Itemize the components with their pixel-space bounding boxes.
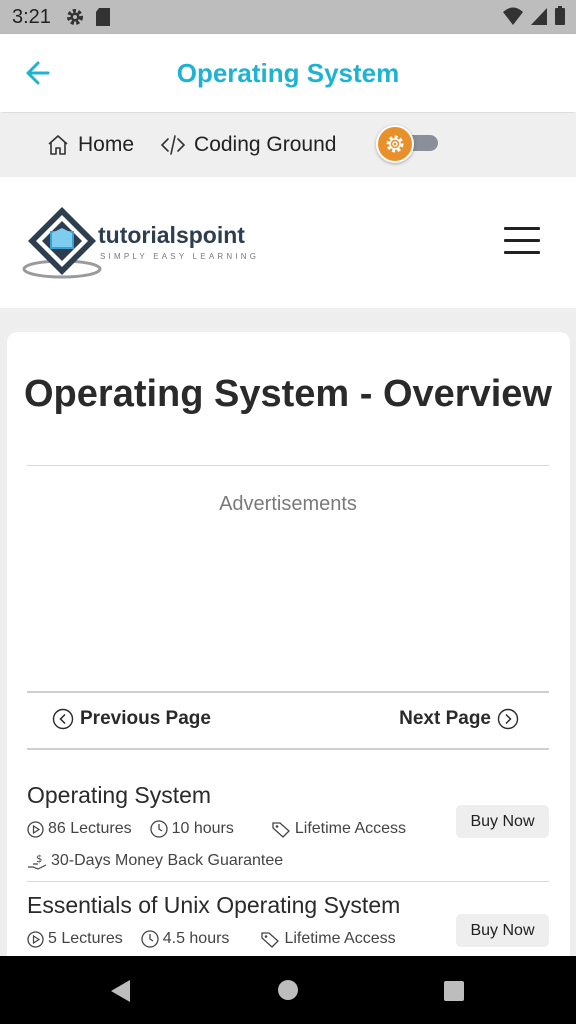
hamburger-icon	[504, 239, 540, 242]
lectures-count: 86 Lectures	[27, 820, 132, 838]
course-meta: 86 Lectures 10 hours Lifetime Access	[27, 820, 424, 838]
tutorialspoint-logo[interactable]: tutorialspoint SIMPLY EASY LEARNING	[22, 203, 292, 283]
lectures-count: 5 Lectures	[27, 930, 123, 948]
logo-tagline: SIMPLY EASY LEARNING	[100, 252, 259, 261]
coding-ground-link[interactable]: Coding Ground	[160, 133, 336, 157]
coding-ground-label: Coding Ground	[194, 133, 337, 156]
tag-icon	[272, 821, 290, 838]
play-circle-icon	[27, 930, 44, 948]
hamburger-icon	[504, 227, 540, 230]
svg-text:$: $	[36, 854, 42, 865]
back-triangle-icon[interactable]	[108, 978, 132, 1004]
theme-toggle[interactable]	[376, 125, 440, 163]
signal-icon	[531, 8, 547, 25]
gear-icon	[386, 135, 404, 153]
previous-page-link[interactable]: Previous Page	[46, 708, 211, 730]
access-label: Lifetime Access	[284, 930, 396, 947]
play-circle-icon	[27, 820, 44, 838]
status-bar: 3:21	[0, 0, 576, 34]
course-meta: 5 Lectures 4.5 hours Lifetime Access	[27, 930, 414, 948]
app-bar: Operating System	[0, 34, 576, 112]
settings-status-icon	[66, 9, 83, 25]
lectures-label: 5 Lectures	[48, 930, 123, 947]
recents-square-icon[interactable]	[443, 980, 465, 1002]
tag-icon	[261, 931, 280, 948]
clock-icon	[149, 820, 168, 838]
home-icon	[48, 135, 68, 155]
app-title: Operating System	[176, 57, 400, 88]
hours-label: 4.5 hours	[162, 930, 230, 947]
next-page-label: Next Page	[399, 708, 491, 729]
battery-icon	[555, 6, 565, 25]
breadcrumb-bar: Home Coding Ground	[0, 113, 576, 177]
lectures-label: 86 Lectures	[48, 820, 132, 837]
divider	[27, 465, 549, 466]
course-duration: 10 hours	[149, 820, 234, 838]
home-link[interactable]: Home	[46, 133, 134, 157]
money-hand-icon: $	[28, 854, 47, 870]
sd-card-icon	[95, 8, 110, 26]
toggle-knob	[376, 125, 414, 163]
chevron-left-circle-icon	[52, 708, 74, 730]
course-access: Lifetime Access	[272, 820, 406, 838]
course-guarantee: $ 30-Days Money Back Guarantee	[27, 852, 301, 870]
chevron-right-circle-icon	[497, 708, 519, 730]
home-circle-icon[interactable]	[277, 979, 299, 1001]
code-icon	[160, 135, 186, 155]
access-label: Lifetime Access	[294, 820, 407, 837]
divider	[27, 881, 549, 882]
advertisements-label: Advertisements	[219, 493, 357, 515]
wifi-icon	[503, 7, 523, 25]
arrow-left-icon	[26, 61, 50, 85]
back-button[interactable]	[22, 58, 56, 88]
course-item: Essentials of Unix Operating System 5 Le…	[27, 892, 549, 956]
hours-label: 10 hours	[171, 820, 234, 837]
hamburger-icon	[504, 251, 540, 254]
buy-now-button[interactable]: Buy Now	[456, 805, 549, 838]
logo-wordmark: tutorialspoint	[98, 222, 245, 248]
hamburger-menu-button[interactable]	[504, 227, 540, 257]
site-header: tutorialspoint SIMPLY EASY LEARNING	[0, 177, 576, 308]
clock-icon	[141, 930, 159, 948]
system-navigation-bar	[0, 956, 576, 1024]
divider	[27, 748, 549, 750]
guarantee-label: 30-Days Money Back Guarantee	[51, 852, 284, 869]
previous-page-label: Previous Page	[80, 708, 211, 729]
page-title: Operating System - Overview	[24, 373, 552, 415]
status-time: 3:21	[12, 5, 51, 28]
next-page-link[interactable]: Next Page	[399, 708, 525, 730]
course-access: Lifetime Access	[261, 930, 396, 948]
home-link-label: Home	[78, 133, 135, 156]
money-back-guarantee: $ 30-Days Money Back Guarantee	[27, 852, 283, 870]
course-item: Operating System 86 Lectures 10 hours Li…	[27, 782, 549, 882]
course-duration: 4.5 hours	[141, 930, 230, 948]
divider	[27, 691, 549, 693]
buy-now-button[interactable]: Buy Now	[456, 914, 549, 947]
